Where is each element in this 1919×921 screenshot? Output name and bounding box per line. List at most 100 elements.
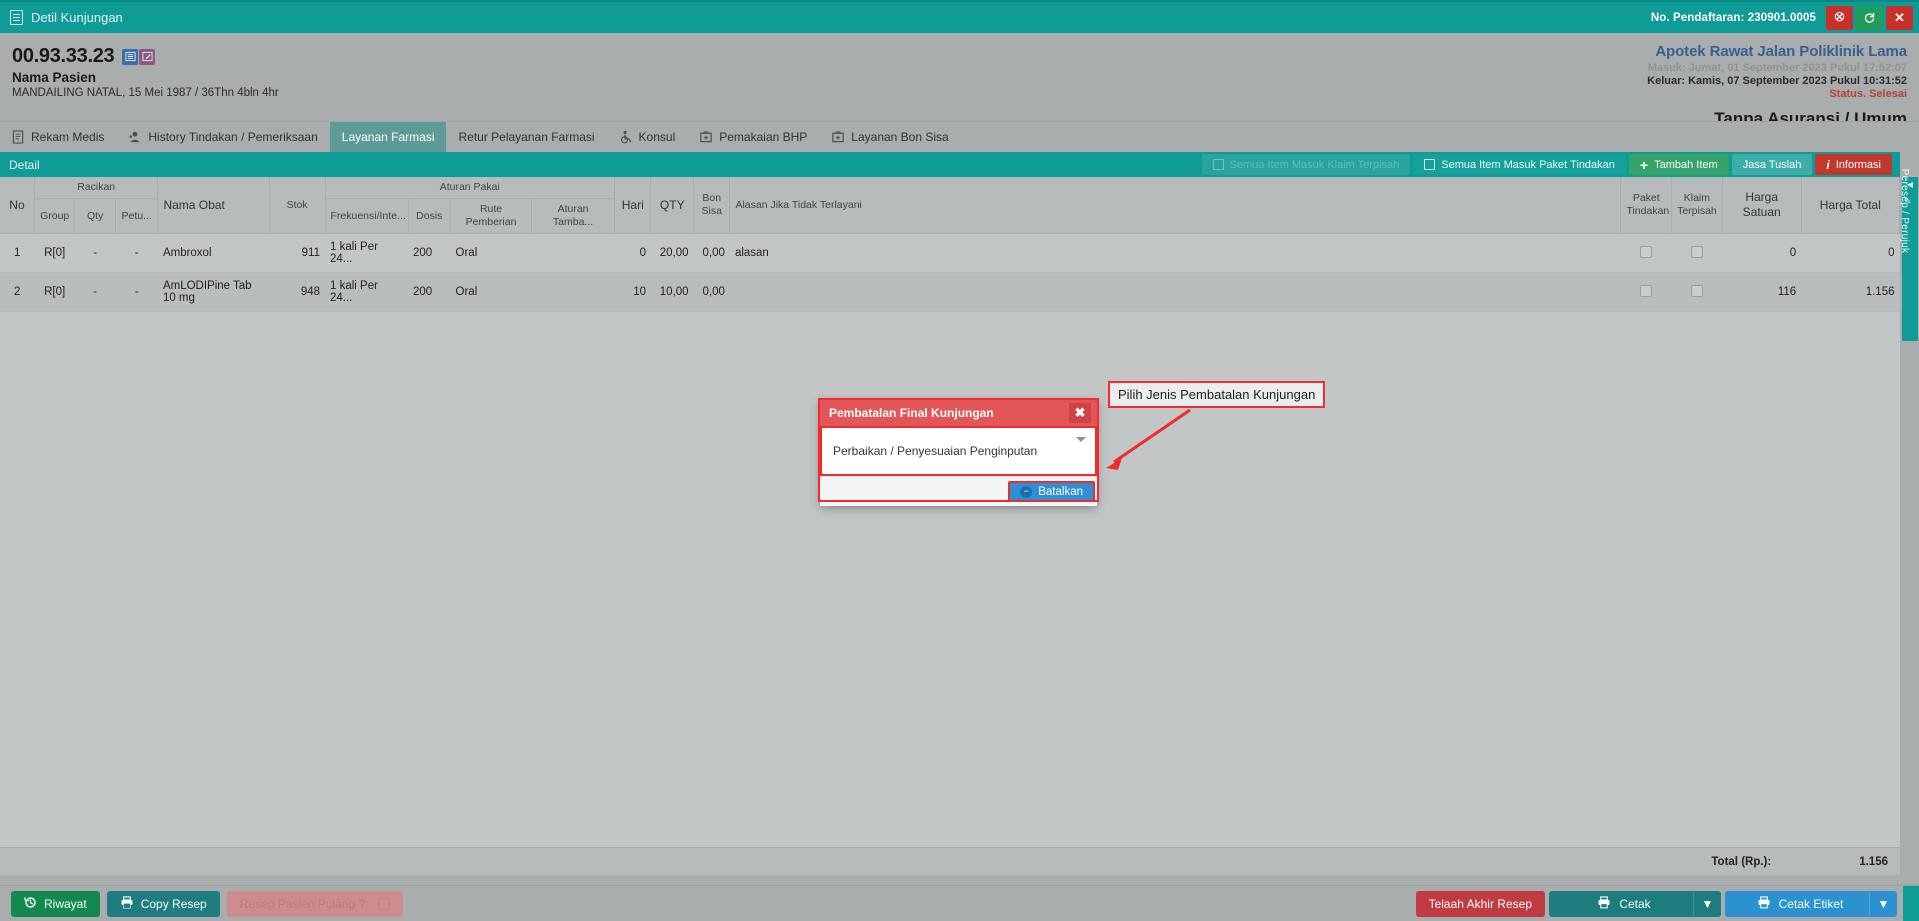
checkbox-icon[interactable]	[1640, 284, 1653, 297]
checkbox-icon[interactable]	[1690, 284, 1703, 297]
cell-aturan-tambahan	[531, 272, 615, 313]
medical-record-number: 00.93.33.23	[12, 45, 115, 67]
cetak-etiket-main[interactable]: Cetak Etiket	[1738, 895, 1862, 912]
footer-toolbar: Riwayat Copy Resep Resep Pasien Pulang ?…	[0, 885, 1919, 921]
th-stok: Stok	[269, 177, 326, 235]
cell-harga-satuan: 0	[1722, 233, 1802, 274]
tab-layanan-farmasi[interactable]: Layanan Farmasi	[329, 122, 447, 152]
document-icon	[12, 130, 25, 144]
tab-retur-pelayanan-farmasi[interactable]: Retur Pelayanan Farmasi	[446, 122, 606, 152]
cetak-etiket-button[interactable]: Cetak Etiket ▼	[1725, 890, 1897, 917]
print-icon	[1597, 895, 1611, 912]
cetak-button[interactable]: Cetak ▼	[1549, 890, 1721, 917]
jenis-pembatalan-select[interactable]: Perbaikan / Penyesuaian Penginputan	[822, 428, 1095, 474]
informasi-button[interactable]: i Informasi	[1815, 154, 1892, 175]
annotation-callout: Pilih Jenis Pembatalan Kunjungan	[1108, 381, 1326, 408]
history-icon	[24, 896, 37, 912]
cell-rute: Oral	[450, 233, 532, 274]
jasa-tuslah-button[interactable]: Jasa Tuslah	[1731, 154, 1813, 175]
tab-label: Retur Pelayanan Farmasi	[458, 130, 595, 144]
semua-item-masuk-paket-tindakan-button[interactable]: Semua Item Masuk Paket Tindakan	[1413, 154, 1626, 175]
checkbox-icon[interactable]	[1640, 245, 1653, 258]
visit-entry-time: Masuk: Jumat, 01 September 2023 Pukul 17…	[1647, 62, 1907, 74]
tab-layanan-bon-sisa[interactable]: Layanan Bon Sisa	[819, 122, 960, 152]
list-icon[interactable]	[122, 48, 139, 65]
checkbox-icon	[378, 897, 391, 910]
chevron-down-icon[interactable]: ▼	[1693, 890, 1721, 917]
th-rute: Rute Pemberian	[450, 198, 533, 235]
medkit-icon	[699, 130, 713, 144]
cell-group[interactable]: R[0]	[34, 272, 75, 313]
refresh-icon[interactable]	[1856, 5, 1883, 30]
detail-label: Detail	[9, 157, 40, 172]
table-row[interactable]: 1 R[0] - - Ambroxol 911 1 kali Per 24...…	[0, 233, 1900, 274]
tab-pemakaian-bhp[interactable]: Pemakaian BHP	[687, 122, 819, 152]
button-label: Copy Resep	[140, 896, 207, 911]
button-label: Cetak Etiket	[1778, 896, 1844, 911]
tab-label: Konsul	[638, 130, 676, 144]
button-label: Resep Pasien Pulang ?	[239, 896, 366, 911]
cell-hari: 0	[614, 233, 651, 274]
copy-resep-button[interactable]: Copy Resep	[106, 890, 220, 917]
cell-qty-racikan: -	[74, 272, 116, 313]
batalkan-button[interactable]: − Batalkan	[1008, 481, 1095, 502]
th-dosis: Dosis	[408, 198, 452, 235]
mrn-action-icons	[122, 48, 156, 65]
items-table-container: No Racikan Nama Obat Stok Aturan Pakai H…	[0, 177, 1900, 847]
cell-alasan: alasan	[729, 233, 1621, 274]
tambah-item-button[interactable]: + Tambah Item	[1628, 154, 1729, 175]
close-icon[interactable]: ✕	[1886, 5, 1913, 30]
th-nama-obat: Nama Obat	[157, 177, 270, 235]
chevron-down-icon[interactable]: ▼	[1869, 890, 1897, 917]
th-group-racikan: Racikan	[34, 177, 159, 200]
wheelchair-icon	[619, 130, 633, 144]
th-alasan: Alasan Jika Tidak Terlayani	[729, 177, 1622, 235]
button-label: Batalkan	[1038, 485, 1083, 498]
button-label: Riwayat	[44, 896, 87, 911]
tab-rekam-medis[interactable]: Rekam Medis	[0, 122, 116, 152]
button-label: Semua Item Masuk Paket Tindakan	[1441, 158, 1615, 171]
edit-icon[interactable]	[139, 48, 156, 65]
cell-dosis: 200	[408, 233, 451, 274]
button-label: Semua Item Masuk Klaim Terpisah	[1229, 158, 1400, 171]
tab-history-tindakan[interactable]: History Tindakan / Pemeriksaan	[116, 122, 329, 152]
telaah-akhir-resep-button[interactable]: Telaah Akhir Resep	[1415, 890, 1545, 917]
window-title: Detil Kunjungan	[31, 10, 123, 25]
cell-harga-satuan: 116	[1722, 272, 1802, 313]
footer-edge	[1903, 886, 1919, 921]
checkbox-icon[interactable]	[1424, 159, 1436, 170]
visit-exit-time: Keluar: Kamis, 07 September 2023 Pukul 1…	[1647, 75, 1907, 87]
tab-label: Layanan Farmasi	[341, 130, 435, 144]
total-value: 1.156	[1859, 855, 1888, 868]
tab-konsul[interactable]: Konsul	[607, 122, 688, 152]
th-no: No	[0, 177, 35, 235]
cetak-main[interactable]: Cetak	[1562, 895, 1686, 912]
sidebar-tab-peresep-perujuk[interactable]: ✎ Peresep / Perujuk	[1899, 169, 1918, 341]
semua-item-masuk-klaim-terpisah-button[interactable]: Semua Item Masuk Klaim Terpisah	[1201, 154, 1411, 175]
riwayat-button[interactable]: Riwayat	[11, 890, 100, 917]
total-bar: Total (Rp.): 1.156	[0, 847, 1900, 875]
dialog-header: Pembatalan Final Kunjungan ✖	[820, 400, 1097, 426]
table-row[interactable]: 2 R[0] - - AmLODIPine Tab 10 mg 948 1 ka…	[0, 272, 1900, 313]
th-qty-racikan: Qty	[74, 198, 116, 235]
table-head: No Racikan Nama Obat Stok Aturan Pakai H…	[0, 177, 1900, 235]
th-aturan-tambahan: Aturan Tamba...	[531, 198, 616, 235]
cell-bon-sisa: 0,00	[693, 233, 730, 274]
button-label: Jasa Tuslah	[1742, 158, 1802, 171]
cell-harga-total: 1.156	[1801, 272, 1900, 313]
close-icon[interactable]: ✖	[1069, 403, 1091, 423]
cell-frekuensi: 1 kali Per 24...	[325, 272, 409, 313]
registration-number: No. Pendaftaran: 230901.0005	[1650, 11, 1816, 24]
cell-frekuensi: 1 kali Per 24...	[325, 233, 409, 274]
button-label: Telaah Akhir Resep	[1428, 896, 1532, 911]
checkbox-icon[interactable]	[1690, 245, 1703, 258]
cell-no: 1	[0, 233, 35, 274]
cell-group[interactable]: R[0]	[34, 233, 75, 274]
cell-paket-tindakan	[1620, 272, 1672, 313]
document-icon	[10, 10, 23, 25]
total-label: Total (Rp.):	[1711, 855, 1772, 868]
cell-paket-tindakan	[1620, 233, 1672, 274]
unlink-icon[interactable]	[1826, 5, 1853, 30]
chevron-down-icon[interactable]	[1076, 437, 1086, 442]
checkbox-icon[interactable]	[1212, 159, 1224, 170]
